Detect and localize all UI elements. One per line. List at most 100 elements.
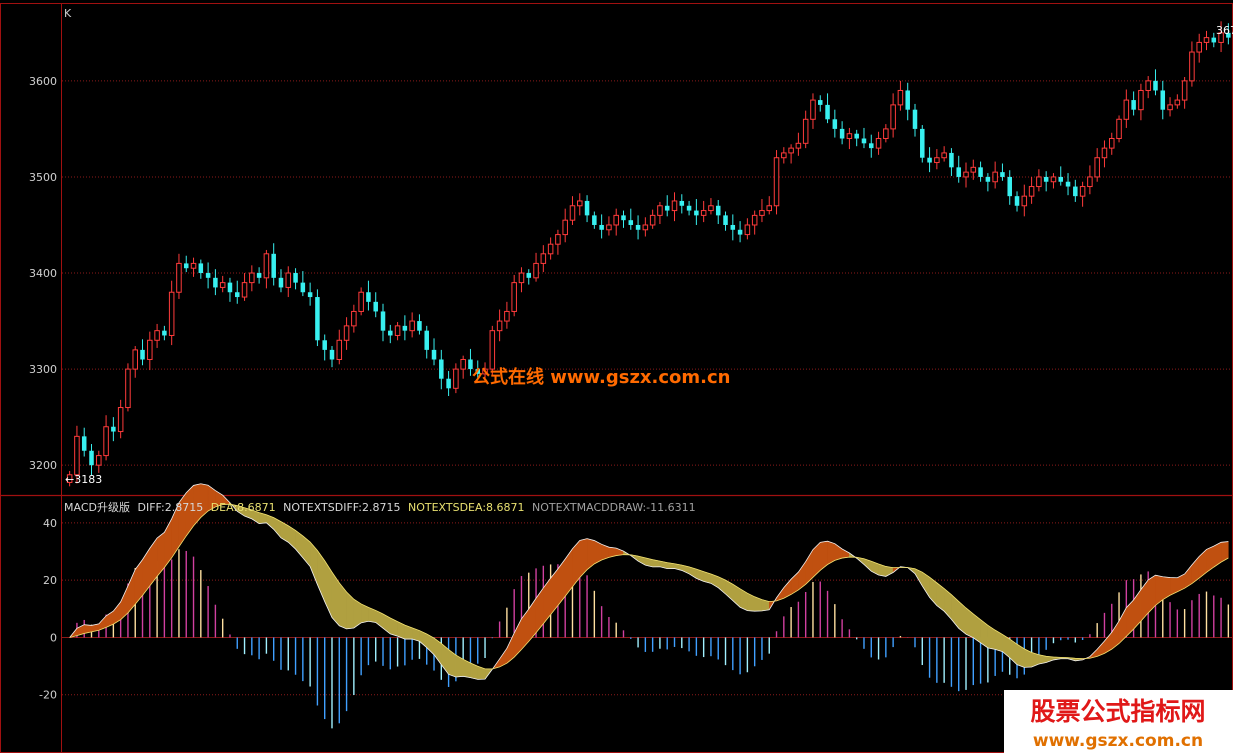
candle	[795, 132, 802, 156]
kline-panel-label: K	[64, 7, 72, 20]
macd-ribbon-segment	[120, 585, 129, 621]
candle	[832, 109, 838, 138]
candle	[453, 363, 459, 394]
macd-ribbon-segment	[936, 582, 945, 612]
candle	[1000, 163, 1005, 181]
candle	[723, 211, 728, 231]
macd-ribbon-segment	[543, 577, 551, 625]
dea-line	[69, 503, 1229, 670]
candle	[380, 303, 386, 342]
macd-ribbon-segment	[513, 618, 522, 658]
candle	[278, 269, 284, 293]
candle	[810, 93, 816, 129]
macd-ribbon-segment	[564, 547, 573, 597]
macd-ribbon-segment	[557, 558, 566, 607]
price-tick-label: 3200	[29, 459, 57, 472]
candle	[307, 282, 313, 306]
candle	[1014, 191, 1020, 212]
candle	[686, 200, 692, 216]
candle	[875, 131, 882, 155]
candle	[1181, 77, 1188, 109]
candle	[679, 194, 685, 214]
candle	[1138, 83, 1144, 121]
candle	[154, 323, 160, 348]
macd-ribbon-segment	[127, 569, 136, 614]
candle	[657, 201, 663, 225]
candle	[190, 257, 197, 277]
candle	[949, 148, 954, 176]
macd-ribbon-segment	[1140, 579, 1149, 622]
candle	[759, 199, 765, 223]
candle	[1036, 169, 1042, 192]
macd-grid	[62, 522, 1233, 696]
legend-diff: DIFF:2.8715	[137, 501, 203, 514]
candle	[162, 325, 167, 341]
macd-ribbon-segment	[142, 547, 151, 597]
macd-ribbon-segment	[156, 531, 165, 578]
candle	[526, 269, 532, 285]
candle	[825, 93, 830, 124]
brand-watermark: 股票公式指标网 www.gszx.com.cn	[1004, 690, 1233, 753]
macd-ribbon-segment	[346, 591, 355, 630]
candle	[293, 268, 298, 290]
macd-ribbon-segment	[1198, 548, 1207, 579]
macd-ribbon-segment	[550, 568, 559, 616]
candle	[664, 195, 670, 217]
candle	[854, 129, 859, 147]
candle	[533, 252, 539, 282]
candle	[817, 95, 823, 112]
candle	[504, 301, 510, 329]
candle	[839, 121, 845, 145]
candle	[329, 346, 335, 368]
macd-ribbon-segment	[1133, 588, 1142, 630]
candle	[781, 147, 787, 164]
candle	[540, 245, 547, 273]
candle	[1189, 41, 1195, 87]
candle	[285, 266, 292, 298]
candle	[766, 196, 773, 215]
legend-macd-draw: NOTEXTMACDDRAW:-11.6311	[532, 501, 696, 514]
candle	[511, 274, 517, 317]
high-price-label: 367	[1216, 24, 1233, 37]
candle	[1174, 94, 1181, 109]
candle	[402, 315, 408, 341]
candle	[802, 110, 809, 149]
macd-ribbon-segment	[841, 548, 850, 559]
macd-ribbon-segment	[535, 587, 544, 634]
candle	[621, 210, 626, 228]
macd-ribbon-segment	[1206, 545, 1215, 573]
candle	[103, 415, 109, 461]
candle	[219, 275, 226, 293]
candle	[1145, 76, 1151, 99]
price-axis-ticks: 3200 3300 3400 3500 3600	[29, 75, 57, 472]
candle	[198, 259, 204, 279]
macd-ribbon-segment	[922, 571, 930, 599]
macd-ribbon-segment	[965, 607, 974, 639]
candle	[920, 125, 925, 163]
candle	[912, 103, 918, 137]
candle	[577, 193, 583, 216]
candle	[388, 324, 393, 344]
candle	[846, 127, 853, 150]
candle	[96, 450, 102, 473]
candle	[905, 82, 910, 121]
macd-ribbon-segment	[987, 624, 996, 650]
candle	[234, 280, 240, 304]
candle	[176, 253, 182, 299]
candle	[111, 417, 116, 442]
candle	[773, 150, 780, 215]
candle	[132, 346, 138, 378]
macd-ribbon-segment	[1126, 599, 1134, 637]
candle	[81, 427, 87, 457]
candle	[351, 304, 357, 333]
macd-legend: MACD升级版 DIFF:2.8715 DEA:8.6871 NOTEXTSDI…	[64, 500, 696, 514]
candle	[89, 444, 94, 476]
candle	[606, 216, 612, 236]
candle	[336, 329, 343, 365]
candle	[992, 161, 998, 189]
candle	[439, 349, 444, 390]
candle	[1167, 97, 1173, 117]
candle	[890, 93, 896, 138]
candle	[547, 237, 554, 260]
candle	[1203, 30, 1210, 51]
